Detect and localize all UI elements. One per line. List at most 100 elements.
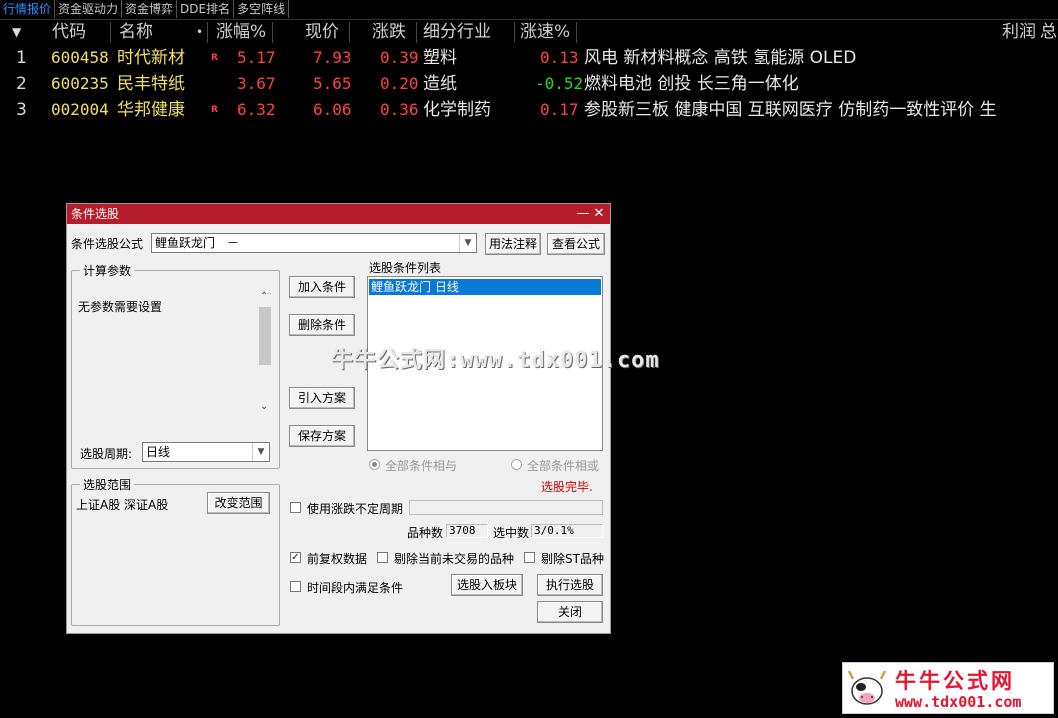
dialog-title: 条件选股: [71, 207, 120, 221]
table-header: ▼ 代码 名称 • 涨幅% 现价 涨跌 细分行业 涨速% 利润 总: [0, 19, 1058, 45]
col-price[interactable]: 现价: [305, 20, 339, 45]
change: 0.39: [380, 48, 419, 67]
sort-arrow-icon[interactable]: ▼: [12, 20, 21, 45]
time-checkbox[interactable]: [290, 581, 301, 592]
logo-title: 牛牛公式网: [895, 669, 1015, 693]
scroll-thumb[interactable]: [259, 307, 271, 365]
run-select-button[interactable]: 执行选股: [537, 574, 603, 596]
st-checkbox[interactable]: [524, 552, 535, 563]
save-plan-button[interactable]: 保存方案: [289, 425, 355, 447]
stock-code: 600458: [51, 48, 109, 67]
r-badge: R: [211, 53, 218, 63]
col-pct[interactable]: 涨幅%: [216, 20, 266, 45]
dialog-titlebar[interactable]: 条件选股 — ✕: [67, 204, 610, 224]
change: 0.20: [380, 74, 419, 93]
add-condition-button[interactable]: 加入条件: [289, 276, 355, 298]
delete-condition-button[interactable]: 删除条件: [289, 314, 355, 336]
chevron-down-icon[interactable]: ▼: [252, 443, 269, 461]
row-index: 1: [16, 48, 27, 68]
close-button[interactable]: 关闭: [537, 601, 603, 623]
col-industry[interactable]: 细分行业: [423, 20, 491, 45]
params-text: 无参数需要设置: [78, 300, 163, 314]
pct-change: 6.32: [237, 100, 276, 119]
range-text: 上证A股 深证A股: [76, 498, 169, 512]
concept: 风电 新材料概念 高铁 氢能源 OLED: [584, 48, 857, 68]
status-text: 选股完毕.: [541, 480, 593, 494]
table-row[interactable]: 3 002004 华邦健康 R 6.32 6.06 0.36 化学制药 0.17…: [0, 97, 1058, 123]
radio-or[interactable]: [511, 459, 522, 470]
params-group: 计算参数 无参数需要设置 ⌃ ⌄ 选股周期: 日线 ▼: [71, 262, 280, 469]
speed: 0.13: [540, 48, 579, 67]
period-label: 选股周期:: [80, 447, 133, 461]
industry: 塑料: [423, 48, 457, 68]
period-select[interactable]: 日线 ▼: [142, 442, 270, 462]
stock-code: 600235: [51, 74, 109, 93]
stock-code: 002004: [51, 100, 109, 119]
col-total[interactable]: 总: [1040, 20, 1057, 45]
period-checkbox[interactable]: [290, 502, 301, 513]
table-row[interactable]: 2 600235 民丰特纸 3.67 5.65 0.20 造纸 -0.52 燃料…: [0, 71, 1058, 97]
count-label: 品种数: [407, 526, 444, 540]
formula-label: 条件选股公式: [71, 237, 144, 251]
row-index: 3: [16, 100, 27, 120]
stock-name: 华邦健康: [117, 100, 185, 120]
site-logo: 牛牛公式网 www.tdx001.com: [842, 662, 1054, 714]
pct-change: 5.17: [237, 48, 276, 67]
concept: 参股新三板 健康中国 互联网医疗 仿制药一致性评价 生: [584, 100, 997, 120]
col-speed[interactable]: 涨速%: [520, 20, 570, 45]
change-range-button[interactable]: 改变范围: [207, 492, 270, 514]
count-value: 3708: [446, 524, 488, 538]
radio-or-label: 全部条件相或: [527, 459, 600, 473]
import-plan-button[interactable]: 引入方案: [289, 387, 355, 409]
st-checkbox-label: 剔除ST品种: [541, 552, 604, 566]
industry: 造纸: [423, 74, 457, 94]
speed: 0.17: [540, 100, 579, 119]
price: 7.93: [313, 48, 352, 67]
time-checkbox-label: 时间段内满足条件: [307, 581, 404, 595]
formula-select[interactable]: 鲤鱼跃龙门 － ▼: [151, 233, 477, 253]
tab-fund-game[interactable]: 资金博弈: [122, 0, 178, 18]
view-formula-button[interactable]: 查看公式: [547, 233, 605, 255]
table-row[interactable]: 1 600458 时代新材 R 5.17 7.93 0.39 塑料 0.13 风…: [0, 45, 1058, 71]
radio-and[interactable]: [369, 459, 380, 470]
to-block-button[interactable]: 选股入板块: [451, 574, 523, 596]
fq-checkbox[interactable]: ✓: [290, 552, 301, 563]
fq-checkbox-label: 前复权数据: [307, 552, 368, 566]
close-icon[interactable]: ✕: [592, 204, 606, 224]
list-item[interactable]: 鲤鱼跃龙门 日线: [369, 279, 601, 295]
tab-long-short[interactable]: 多空阵线: [234, 0, 290, 18]
notrade-checkbox[interactable]: [377, 552, 388, 563]
col-change[interactable]: 涨跌: [372, 20, 406, 45]
watermark-text: 牛牛公式网:www.tdx001.com: [331, 348, 660, 373]
period-value: 日线: [146, 445, 171, 459]
tab-dde-rank[interactable]: DDE排名: [177, 0, 235, 18]
top-tab-bar: 行情报价 资金驱动力 资金博弈 DDE排名 多空阵线: [0, 0, 1058, 19]
col-name-dot: •: [196, 25, 204, 39]
range-legend: 选股范围: [80, 476, 135, 493]
industry: 化学制药: [423, 100, 491, 120]
col-code[interactable]: 代码: [52, 20, 86, 45]
scroll-up-icon[interactable]: ⌃: [260, 291, 268, 302]
concept: 燃料电池 创投 长三角一体化: [584, 74, 799, 94]
minimize-icon[interactable]: —: [576, 204, 590, 224]
r-badge: R: [211, 105, 218, 115]
chevron-down-icon[interactable]: ▼: [459, 234, 476, 252]
tab-fund-drive[interactable]: 资金驱动力: [55, 0, 123, 18]
logo-url: www.tdx001.com: [895, 693, 1022, 711]
condition-list-label: 选股条件列表: [369, 261, 442, 275]
period-checkbox-label: 使用涨跌不定周期: [307, 502, 404, 516]
usage-notes-button[interactable]: 用法注释: [485, 233, 541, 255]
col-profit[interactable]: 利润: [1002, 20, 1036, 45]
scroll-down-icon[interactable]: ⌄: [260, 401, 268, 412]
row-index: 2: [16, 74, 27, 94]
col-name[interactable]: 名称: [119, 20, 153, 45]
cow-icon: [847, 670, 887, 705]
params-legend: 计算参数: [80, 262, 135, 279]
speed: -0.52: [535, 74, 584, 93]
tab-quotes[interactable]: 行情报价: [0, 0, 56, 18]
stock-name: 民丰特纸: [117, 74, 185, 94]
formula-value: 鲤鱼跃龙门 －: [155, 236, 240, 250]
price: 5.65: [313, 74, 352, 93]
range-group: 选股范围 上证A股 深证A股 改变范围: [71, 476, 280, 626]
params-scrollbar[interactable]: ⌃ ⌄: [258, 291, 272, 413]
